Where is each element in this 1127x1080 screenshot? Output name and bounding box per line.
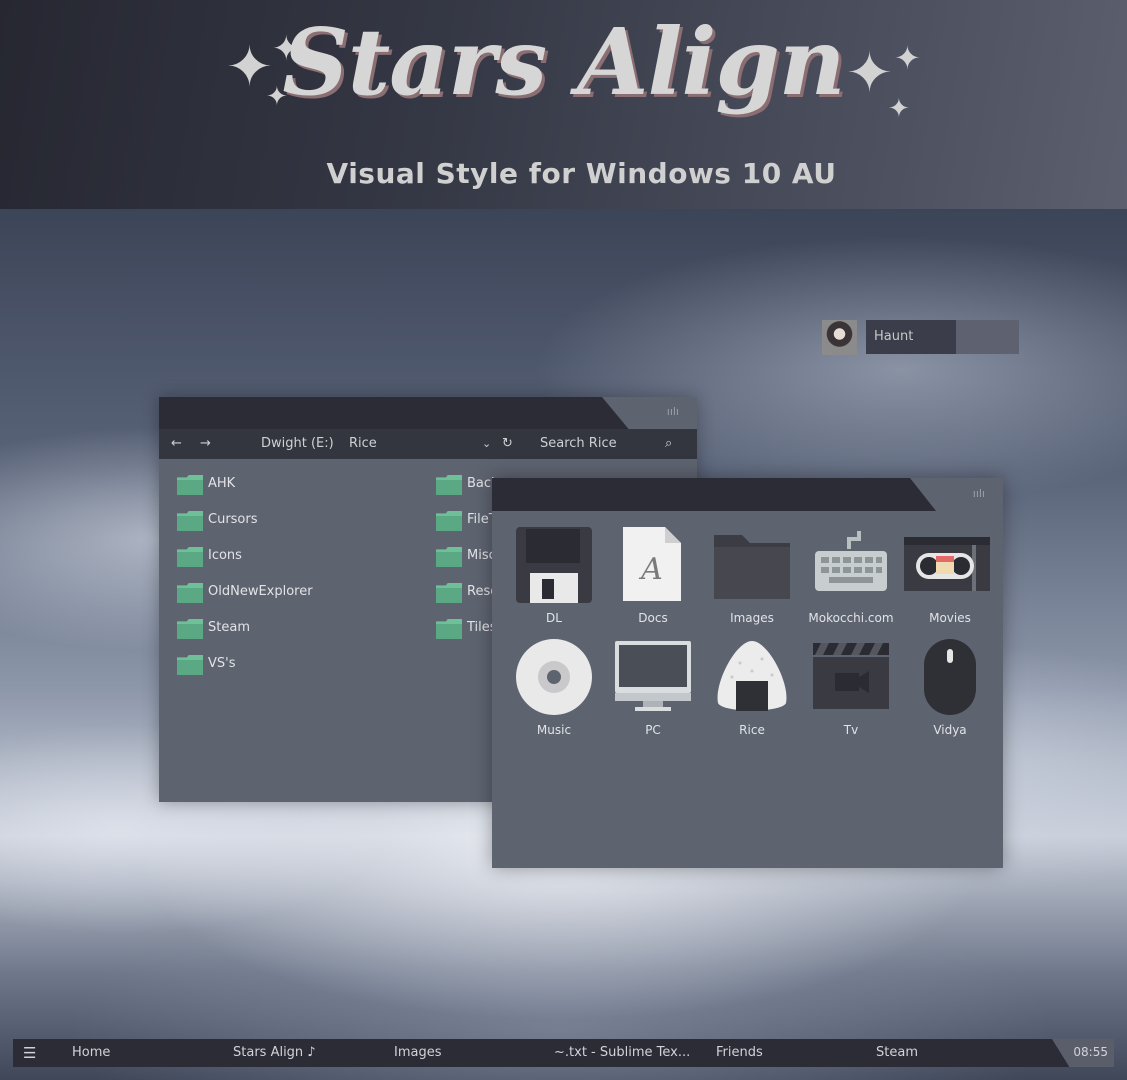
folder-label: VS's (208, 656, 236, 671)
taskbar: ☰ Home Stars Align ♪ Images ~.txt - Subl… (13, 1039, 1114, 1067)
folder-icon (177, 619, 203, 639)
mouse-icon (910, 637, 990, 717)
folder-label: OldNewExplorer (208, 584, 313, 599)
user-name: Haunt (866, 320, 956, 354)
banner-title: Stars Align (282, 8, 845, 116)
chevron-down-icon[interactable]: ⌄ (482, 429, 491, 459)
folder-icon (436, 619, 462, 639)
sparkle-icon: ✦ (888, 94, 910, 124)
header-banner: ✦ ✦ ✦ Stars Align ✦ ✦ ✦ Visual Style for… (0, 0, 1127, 209)
user-widget[interactable]: Haunt (822, 320, 1019, 355)
library-tile[interactable]: Rice (704, 637, 800, 745)
folder-item[interactable]: Reso (436, 581, 498, 603)
title-bar-controls[interactable] (602, 397, 697, 429)
library-tile[interactable]: PC (605, 637, 701, 745)
library-tile[interactable]: Movies (902, 525, 998, 633)
tile-label: Tv (843, 723, 859, 737)
folder-item[interactable]: Misc (436, 545, 496, 567)
library-tile[interactable]: Music (506, 637, 602, 745)
folder-item[interactable]: Steam (177, 617, 377, 639)
folder-item[interactable]: FileT (436, 509, 497, 531)
tile-label: PC (645, 723, 661, 737)
back-arrow-icon[interactable]: ← (171, 429, 182, 459)
taskbar-item[interactable]: Images (394, 1039, 442, 1067)
folder-item[interactable]: Cursors (177, 509, 377, 531)
folder-icon (177, 583, 203, 603)
banner-subtitle: Visual Style for Windows 10 AU (326, 157, 837, 190)
tile-label: Rice (739, 723, 765, 737)
window-controls-icon[interactable]: ıılı (973, 487, 985, 500)
breadcrumb-drive[interactable]: Dwight (E:) (261, 429, 334, 459)
refresh-icon[interactable]: ↻ (502, 429, 513, 459)
folder-icon (177, 655, 203, 675)
clapperboard-icon (811, 637, 891, 717)
floppy-icon (514, 525, 594, 605)
tile-label: Mokocchi.com (808, 611, 894, 625)
library-tile[interactable]: Mokocchi.com (803, 525, 899, 633)
menu-icon[interactable]: ☰ (23, 1039, 36, 1067)
avatar[interactable] (822, 320, 857, 355)
library-tile[interactable]: Images (704, 525, 800, 633)
tile-label: Music (536, 723, 572, 737)
library-tile[interactable]: DL (506, 525, 602, 633)
folder-icon (436, 547, 462, 567)
window-controls-icon[interactable]: ıılı (667, 405, 679, 418)
document-icon: A (613, 525, 693, 605)
folder-item[interactable]: Tiles (436, 617, 497, 639)
folder-label: Cursors (208, 512, 258, 527)
taskbar-item[interactable]: Stars Align ♪ (233, 1039, 316, 1067)
folder-icon (712, 525, 792, 605)
svg-text:A: A (638, 552, 663, 587)
folder-label: AHK (208, 476, 236, 491)
search-input[interactable]: Search Rice (540, 429, 617, 459)
title-bar[interactable]: ıılı (159, 397, 697, 429)
folder-item[interactable]: Icons (177, 545, 377, 567)
folder-icon (177, 475, 203, 495)
tile-label: Images (730, 611, 774, 625)
folder-label: Icons (208, 548, 242, 563)
cd-icon (514, 637, 594, 717)
tile-label: DL (546, 611, 562, 625)
search-icon[interactable]: ⌕ (665, 429, 672, 459)
folder-item[interactable]: AHK (177, 473, 377, 495)
navigation-bar: ← → Dwight (E:) Rice ⌄ ↻ Search Rice ⌕ (159, 429, 697, 459)
keyboard-icon (811, 525, 891, 605)
taskbar-item[interactable]: Steam (876, 1039, 918, 1067)
folder-item[interactable]: Back (436, 473, 499, 495)
library-tile[interactable]: A Docs (605, 525, 701, 633)
user-menu-area[interactable] (956, 320, 1019, 354)
taskbar-item[interactable]: ~.txt - Sublime Tex... (554, 1039, 690, 1067)
monitor-icon (613, 637, 693, 717)
sparkle-icon: ✦ (846, 41, 893, 106)
title-bar-controls[interactable] (910, 478, 1003, 511)
tile-label: Movies (929, 611, 971, 625)
library-tile[interactable]: Tv (803, 637, 899, 745)
onigiri-icon (712, 637, 792, 717)
taskbar-item[interactable]: Friends (716, 1039, 763, 1067)
library-tile[interactable]: Vidya (902, 637, 998, 745)
folder-item[interactable]: OldNewExplorer (177, 581, 377, 603)
tile-label: Docs (638, 611, 668, 625)
explorer-window-libraries: ıılı DL A Docs Images Mokocchi.com Movies Musi… (492, 478, 1003, 868)
tile-label: Vidya (933, 723, 967, 737)
title-bar[interactable]: ıılı (492, 478, 1003, 511)
folder-icon (177, 511, 203, 531)
folder-label: Steam (208, 620, 250, 635)
sparkle-icon: ✦ (894, 39, 921, 77)
folder-item[interactable]: VS's (177, 653, 377, 675)
taskbar-item[interactable]: Home (72, 1039, 110, 1067)
folder-icon (436, 475, 462, 495)
vhs-icon (902, 525, 990, 605)
folder-icon (177, 547, 203, 567)
folder-icon (436, 511, 462, 531)
forward-arrow-icon[interactable]: → (200, 429, 211, 459)
folder-icon (436, 583, 462, 603)
clock[interactable]: 08:55 (1073, 1039, 1108, 1065)
breadcrumb-folder[interactable]: Rice (349, 429, 377, 459)
